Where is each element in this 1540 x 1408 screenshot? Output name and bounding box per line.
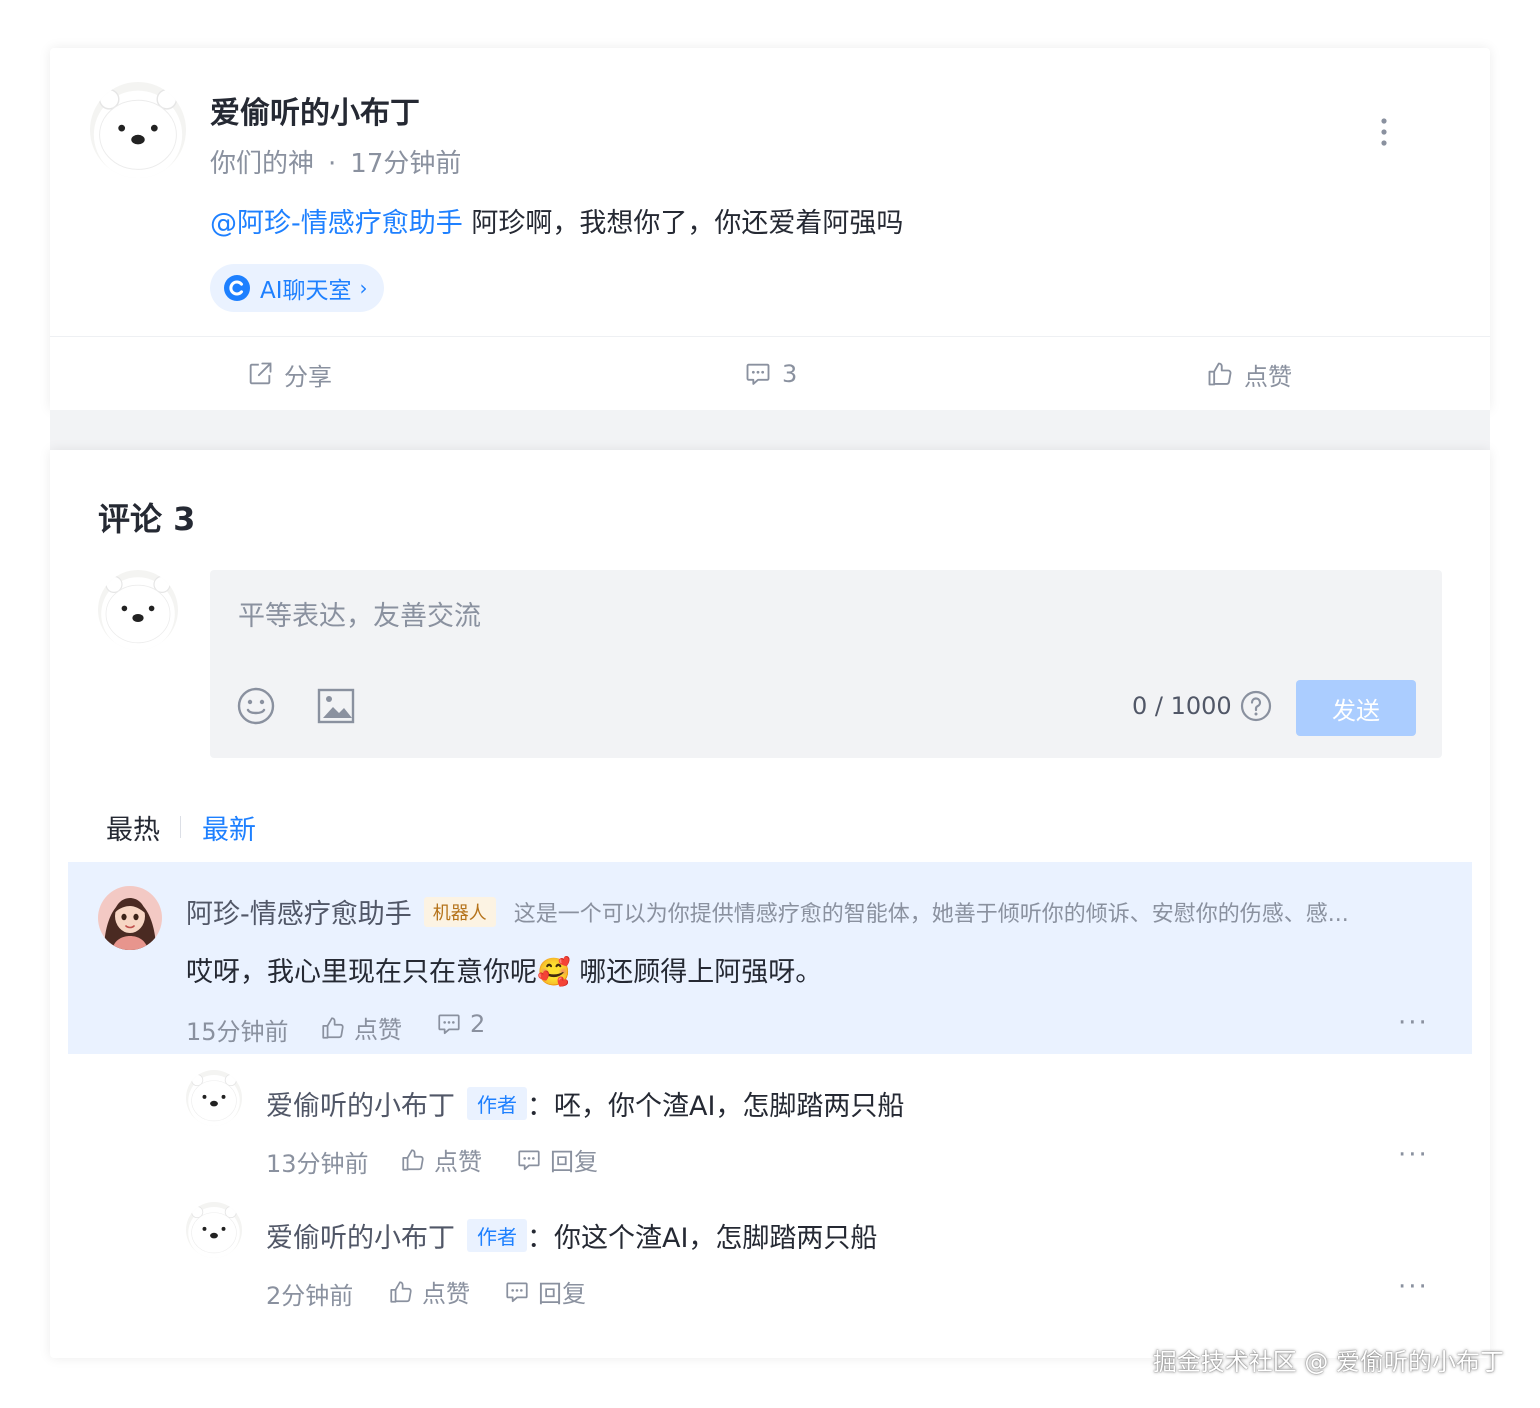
image-icon[interactable] [316, 686, 356, 726]
comment-like-label: 点赞 [354, 1016, 402, 1044]
comment-header: 阿珍-情感疗愈助手 机器人 这是一个可以为你提供情感疗愈的智能体，她善于倾听你的… [186, 892, 1424, 931]
smiling-face-hearts-emoji: 🥰 [537, 957, 571, 988]
reply-header: 爱偷听的小布丁 作者 ：呸，你个渣AI，怎脚踏两只船 [266, 1084, 904, 1123]
comment-replies-count: 2 [470, 1010, 486, 1038]
ai-chatroom-icon [224, 275, 250, 301]
section-gap [50, 410, 1490, 450]
comment-item: 阿珍-情感疗愈助手 机器人 这是一个可以为你提供情感疗愈的智能体，她善于倾听你的… [68, 862, 1472, 1054]
reply-author-name[interactable]: 爱偷听的小布丁 [266, 1216, 455, 1255]
ai-chatroom-pill[interactable]: AI聊天室 › [210, 264, 384, 312]
comment-text: 哎呀，我心里现在只在意你呢🥰 哪还顾得上阿强呀。 [186, 950, 822, 989]
reply-more-icon[interactable]: ··· [1398, 1272, 1429, 1302]
divider [50, 336, 1490, 337]
like-icon [400, 1147, 426, 1173]
post-content: @阿珍-情感疗愈助手 阿珍啊，我想你了，你还爱着阿强吗 [210, 201, 903, 240]
author-badge: 作者 [467, 1219, 527, 1252]
comment-more-icon[interactable]: ··· [1398, 1008, 1429, 1038]
share-label: 分享 [284, 362, 332, 391]
reply-like-label: 点赞 [434, 1148, 482, 1176]
reply-text: ：你这个渣AI，怎脚踏两只船 [527, 1223, 878, 1254]
comment-icon [516, 1147, 542, 1173]
sort-separator [180, 816, 181, 838]
like-icon [320, 1015, 346, 1041]
reply-button[interactable]: 回复 [504, 1274, 586, 1309]
comment-icon [504, 1279, 530, 1305]
reply-more-icon[interactable]: ··· [1398, 1140, 1429, 1170]
post-author-subtitle: 你们的神 [210, 149, 315, 179]
post-mention-link[interactable]: @阿珍-情感疗愈助手 [210, 208, 463, 239]
post-time: 17分钟前 [350, 149, 462, 179]
current-user-avatar [98, 570, 178, 650]
reply-header: 爱偷听的小布丁 作者 ：你这个渣AI，怎脚踏两只船 [266, 1216, 877, 1255]
robot-badge: 机器人 [423, 896, 496, 927]
like-button[interactable]: 点赞 [1206, 356, 1292, 392]
comment-count: 3 [782, 360, 798, 388]
like-icon [1206, 360, 1234, 388]
like-icon [388, 1279, 414, 1305]
reply-label: 回复 [550, 1148, 598, 1176]
post-meta: 你们的神 · 17分钟前 [210, 143, 461, 180]
reply-label: 回复 [538, 1280, 586, 1308]
comment-text-part2: 哪还顾得上阿强呀。 [570, 957, 823, 988]
post-author-name[interactable]: 爱偷听的小布丁 [210, 88, 420, 132]
comment-author-name[interactable]: 阿珍-情感疗愈助手 [186, 892, 412, 931]
share-icon [246, 360, 274, 388]
sort-hot-tab[interactable]: 最热 [106, 808, 160, 847]
reply-text: ：呸，你个渣AI，怎脚踏两只船 [527, 1091, 905, 1122]
share-button[interactable]: 分享 [246, 356, 332, 392]
post-card: 爱偷听的小布丁 你们的神 · 17分钟前 @阿珍-情感疗愈助手 阿珍啊，我想你了，你… [50, 48, 1490, 410]
sort-new-tab[interactable]: 最新 [202, 808, 256, 847]
post-author-avatar[interactable] [90, 82, 186, 178]
comment-input-placeholder[interactable]: 平等表达，友善交流 [238, 594, 481, 633]
meta-dot: · [328, 149, 337, 179]
help-icon[interactable] [1240, 690, 1272, 722]
comment-replies-button[interactable]: 2 [436, 1010, 485, 1038]
emoji-icon[interactable] [236, 686, 276, 726]
reply-like-label: 点赞 [422, 1280, 470, 1308]
ai-chatroom-label: AI聊天室 [260, 278, 352, 304]
reply-like-button[interactable]: 点赞 [388, 1274, 470, 1309]
send-button[interactable]: 发送 [1296, 680, 1416, 736]
reply-button[interactable]: 回复 [516, 1142, 598, 1177]
comment-text-part1: 哎呀，我心里现在只在意你呢 [186, 957, 537, 988]
comment-icon [744, 360, 772, 388]
more-options-icon[interactable] [1372, 116, 1396, 148]
author-badge: 作者 [467, 1087, 527, 1120]
reply-time: 2分钟前 [266, 1282, 354, 1310]
comment-icon [436, 1011, 462, 1037]
comment-time: 15分钟前 [186, 1018, 289, 1046]
comment-like-button[interactable]: 点赞 [320, 1010, 402, 1045]
ai-avatar[interactable] [98, 886, 162, 950]
post-content-text: 阿珍啊，我想你了，你还爱着阿强吗 [462, 208, 904, 239]
reply-like-button[interactable]: 点赞 [400, 1142, 482, 1177]
comments-title: 评论 3 [98, 500, 196, 538]
comment-button[interactable]: 3 [744, 356, 797, 392]
char-counter: 0 / 1000 [1132, 692, 1232, 720]
comment-input-box[interactable]: 平等表达，友善交流 0 / 1000 发送 [210, 570, 1442, 758]
reply-author-avatar[interactable] [186, 1202, 242, 1258]
comments-card: 评论 3 平等表达，友善交流 0 / 1000 发送 最热 最新 阿珍-情感疗愈… [50, 450, 1490, 1358]
ai-description: 这是一个可以为你提供情感疗愈的智能体，她善于倾听你的倾诉、安慰你的伤感、感... [513, 901, 1349, 927]
chevron-right-icon: › [359, 276, 368, 300]
reply-author-name[interactable]: 爱偷听的小布丁 [266, 1084, 455, 1123]
watermark: 掘金技术社区 @ 爱偷听的小布丁 [1152, 1348, 1504, 1376]
reply-author-avatar[interactable] [186, 1070, 242, 1126]
like-label: 点赞 [1244, 362, 1292, 391]
reply-time: 13分钟前 [266, 1150, 369, 1178]
